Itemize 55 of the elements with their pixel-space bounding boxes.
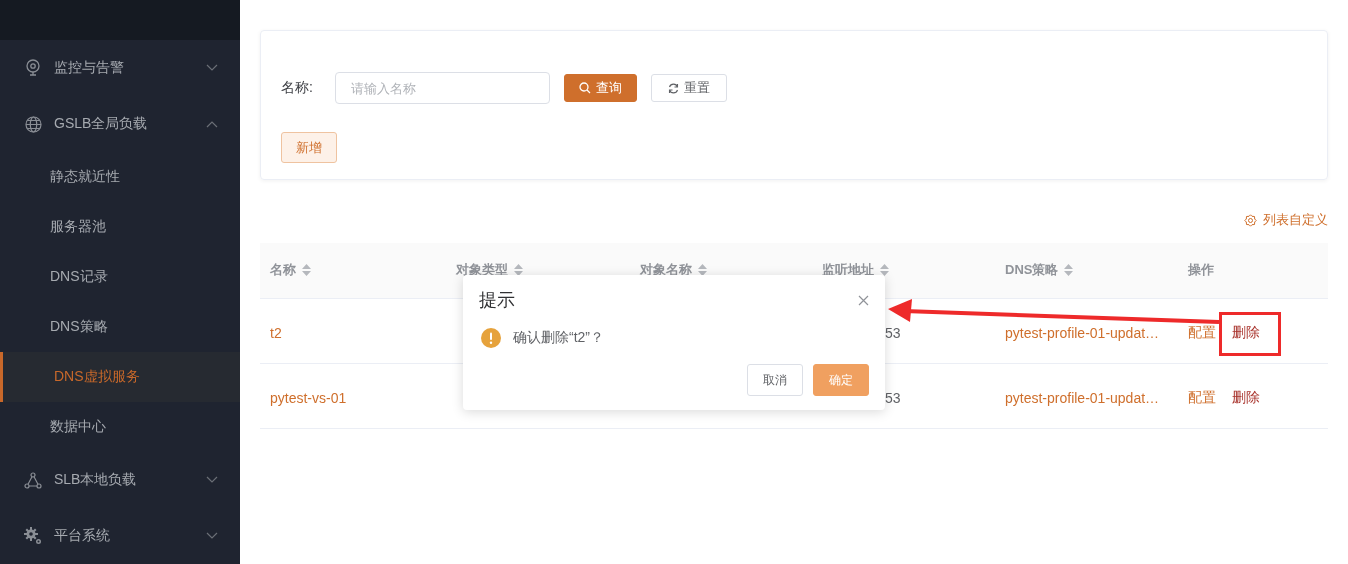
network-nodes-icon bbox=[24, 471, 42, 489]
delete-link[interactable]: 删除 bbox=[1232, 389, 1260, 405]
location-pin-icon bbox=[25, 59, 41, 77]
menu-label: 监控与告警 bbox=[54, 59, 125, 77]
close-icon[interactable] bbox=[858, 294, 869, 306]
menu-item[interactable]: SLB本地负载 bbox=[0, 452, 240, 508]
sort-icon[interactable] bbox=[1064, 264, 1074, 276]
cancel-button[interactable]: 取消 bbox=[747, 364, 803, 396]
menu-item[interactable]: 监控与告警 bbox=[0, 40, 240, 96]
settings-icon[interactable] bbox=[1244, 213, 1257, 227]
delete-link[interactable]: 删除 bbox=[1232, 324, 1260, 340]
reset-button[interactable]: 重置 bbox=[651, 74, 727, 102]
sort-icon[interactable] bbox=[698, 264, 707, 276]
column-header: DNS策略 bbox=[1005, 261, 1059, 279]
gears-icon bbox=[24, 527, 42, 545]
search-icon bbox=[579, 82, 591, 94]
name-label: 名称: bbox=[281, 79, 314, 97]
column-settings-link[interactable]: 列表自定义 bbox=[1263, 211, 1328, 229]
menu-label: SLB本地负载 bbox=[54, 471, 138, 489]
dialog-title: 提示 bbox=[479, 289, 515, 312]
chevron-icon bbox=[206, 120, 218, 128]
chevron-icon bbox=[206, 64, 218, 72]
submenu-item[interactable]: DNS策略 bbox=[0, 302, 240, 352]
policy-link[interactable]: pytest-profile-01-updat… bbox=[1005, 325, 1160, 341]
query-button[interactable]: 查询 bbox=[564, 74, 637, 102]
submenu-item[interactable]: DNS记录 bbox=[0, 252, 240, 302]
chevron-icon bbox=[206, 532, 218, 540]
submenu-item[interactable]: DNS虚拟服务 bbox=[0, 352, 240, 402]
name-link[interactable]: t2 bbox=[270, 325, 282, 341]
name-link[interactable]: pytest-vs-01 bbox=[270, 390, 347, 406]
name-input-field[interactable]: 请输入名称 bbox=[335, 72, 550, 104]
warning-icon bbox=[481, 328, 501, 348]
column-header: 操作 bbox=[1188, 261, 1214, 279]
policy-link[interactable]: pytest-profile-01-updat… bbox=[1005, 390, 1160, 406]
table-cell: 53 bbox=[885, 390, 901, 406]
menu-label: 平台系统 bbox=[54, 527, 111, 545]
sort-icon[interactable] bbox=[514, 264, 523, 276]
chevron-icon bbox=[206, 476, 218, 484]
configure-link[interactable]: 配置 bbox=[1188, 389, 1216, 405]
column-header: 对象名称 bbox=[640, 261, 692, 279]
sort-icon[interactable] bbox=[880, 264, 889, 276]
table-cell: 53 bbox=[885, 325, 901, 341]
menu-item[interactable]: 平台系统 bbox=[0, 508, 240, 564]
configure-link[interactable]: 配置 bbox=[1188, 324, 1216, 340]
globe-icon bbox=[24, 115, 42, 133]
refresh-icon bbox=[668, 82, 679, 94]
dialog-message: 确认删除“t2”？ bbox=[513, 329, 604, 347]
submenu-item[interactable]: 数据中心 bbox=[0, 402, 240, 452]
submenu-item[interactable]: 静态就近性 bbox=[0, 152, 240, 202]
column-header: 名称 bbox=[270, 261, 296, 279]
menu-item[interactable]: GSLB全局负载 bbox=[0, 96, 240, 152]
sort-icon[interactable] bbox=[302, 264, 311, 276]
menu-label: GSLB全局负载 bbox=[54, 115, 149, 133]
highlight-frame bbox=[1219, 312, 1281, 356]
submenu-item[interactable]: 服务器池 bbox=[0, 202, 240, 252]
